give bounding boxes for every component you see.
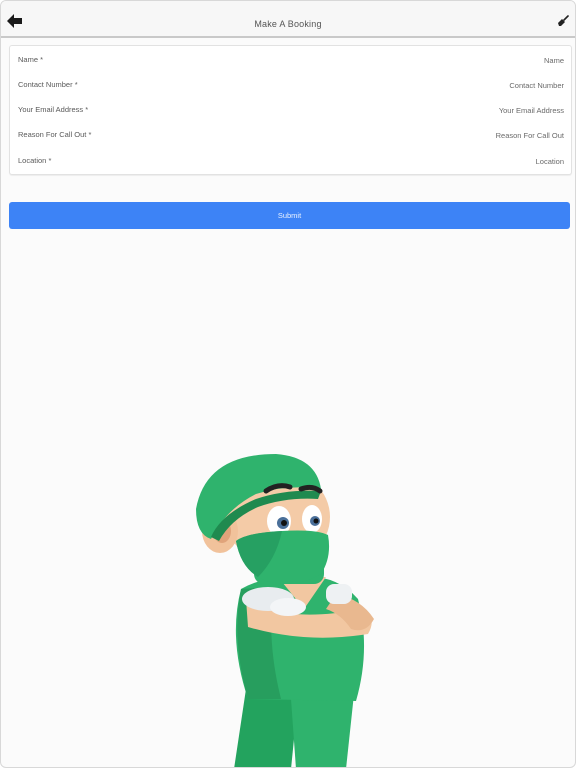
contact-number-field[interactable] [204,77,564,93]
name-field[interactable] [204,52,564,68]
app-window: Make A Booking Name * Contact Number * Y… [0,0,576,768]
location-label: Location * [18,156,52,165]
contact-number-row: Contact Number * [10,73,571,97]
reason-row: Reason For Call Out * [10,123,571,147]
reason-label: Reason For Call Out * [18,130,92,139]
reason-field[interactable] [204,127,564,143]
name-row: Name * [10,48,571,72]
submit-button[interactable]: Submit [9,202,570,229]
page-title: Make A Booking [254,19,322,29]
location-field[interactable] [204,153,564,169]
booking-form: Name * Contact Number * Your Email Addre… [9,45,572,175]
email-label: Your Email Address * [18,105,89,114]
email-row: Your Email Address * [10,98,571,122]
top-nav-bar: Make A Booking [1,1,575,38]
doctor-mascot-illustration [196,454,374,767]
contact-number-label: Contact Number * [18,80,78,89]
clear-form-button[interactable] [557,14,569,26]
location-row: Location * [10,149,571,173]
broom-icon [558,15,569,26]
name-label: Name * [18,55,44,64]
email-field[interactable] [204,102,564,118]
